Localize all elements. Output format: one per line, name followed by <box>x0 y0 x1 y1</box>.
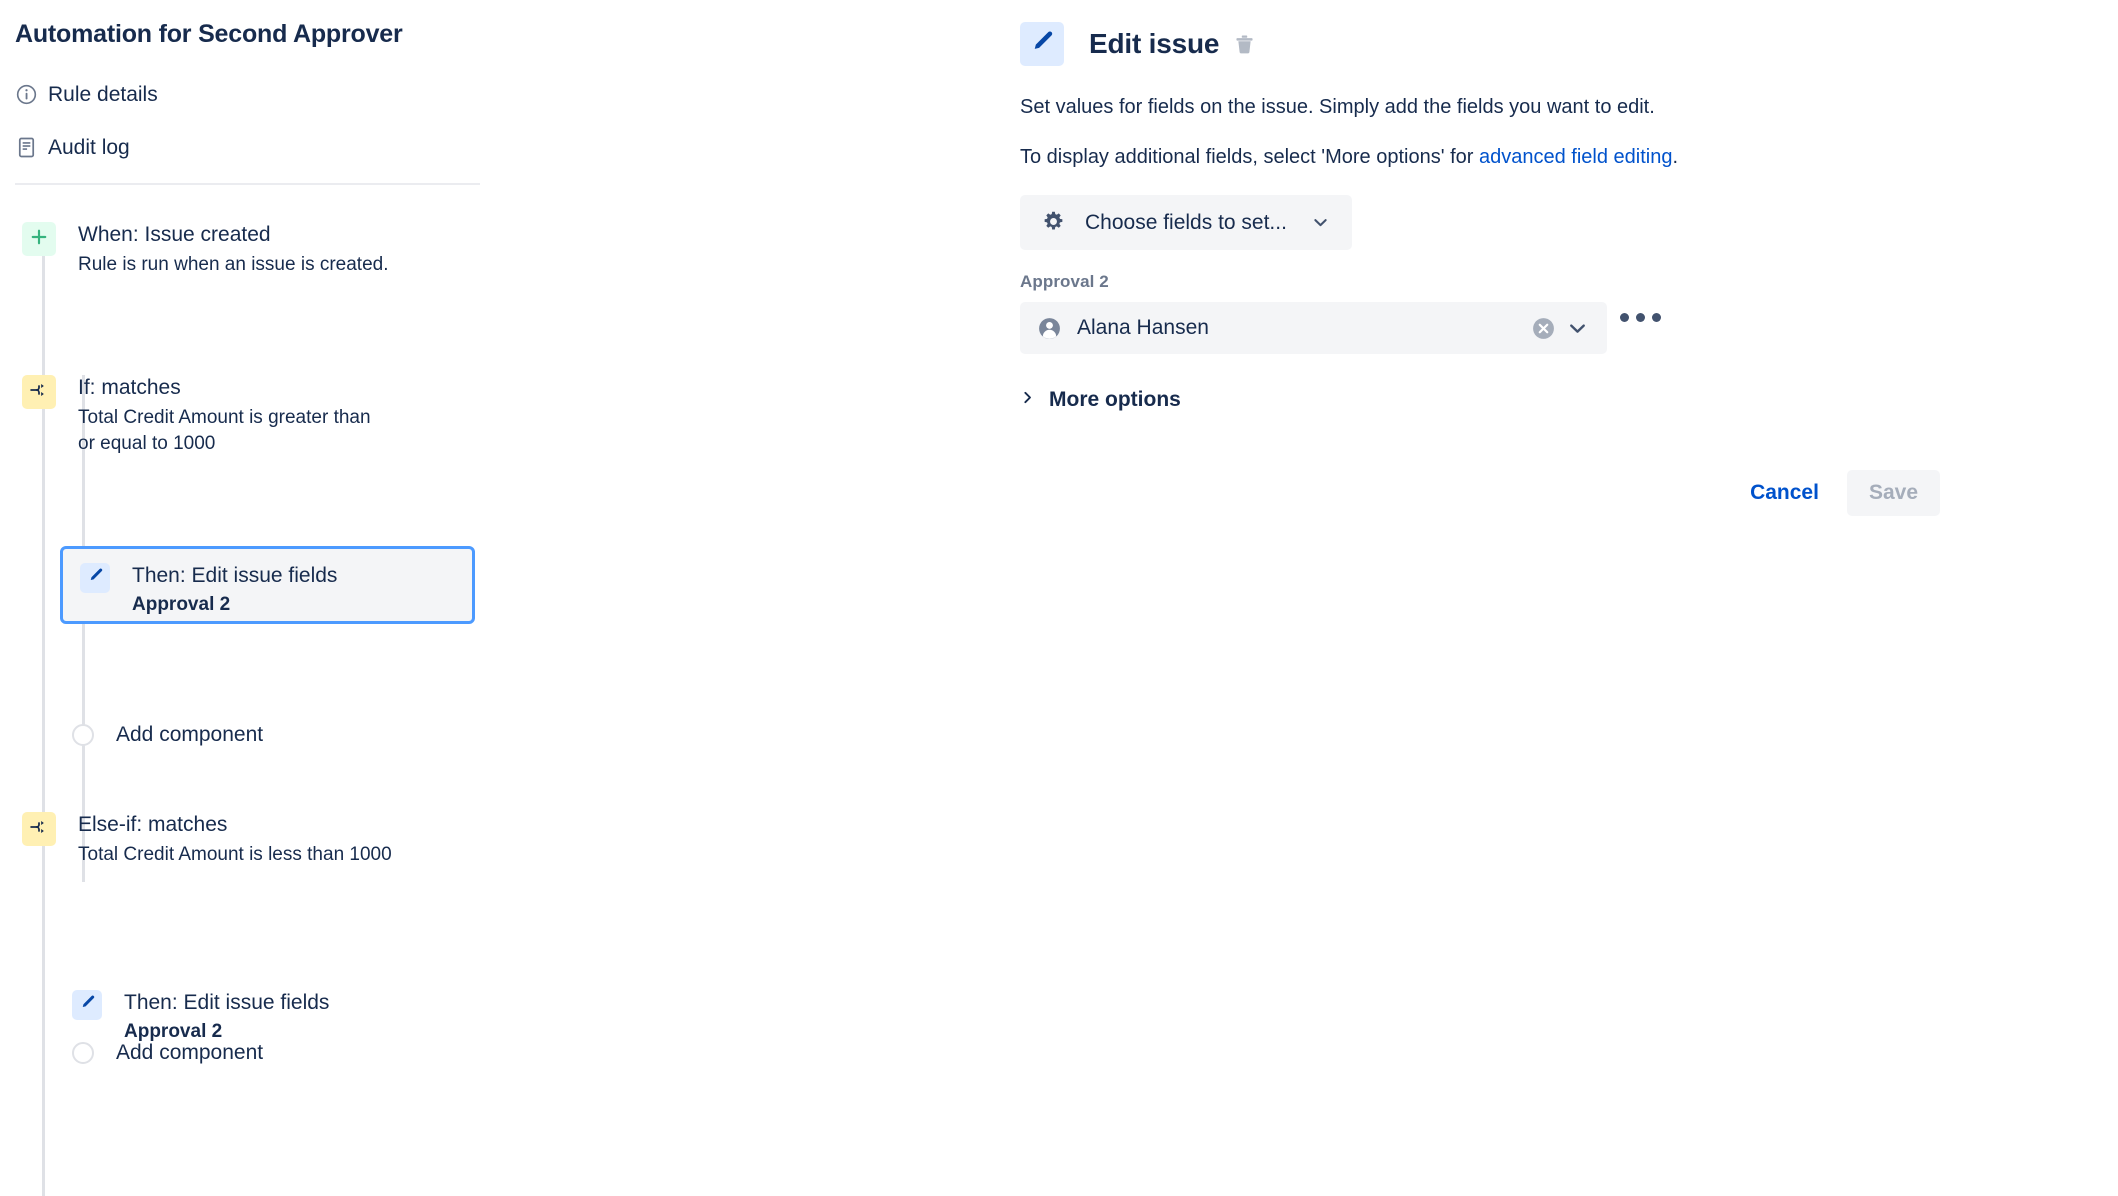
add-component-button[interactable]: Add component <box>72 723 263 747</box>
action-badge <box>72 990 102 1020</box>
branch-icon <box>29 380 49 405</box>
branch-icon <box>29 817 49 842</box>
approval-2-select[interactable]: Alana Hansen <box>1020 302 1607 354</box>
chevron-right-icon <box>1020 390 1035 410</box>
page-title: Automation for Second Approver <box>15 20 403 48</box>
node-text: Then: Edit issue fields Approval 2 <box>132 563 337 618</box>
node-title: When: Issue created <box>78 223 271 246</box>
sidebar-item-audit-log[interactable]: Audit log <box>15 121 485 174</box>
description-prefix: To display additional fields, select 'Mo… <box>1020 146 1479 168</box>
rule-node-then-action[interactable]: Then: Edit issue fields Approval 2 <box>72 990 329 1045</box>
node-description: Approval 2 <box>132 594 231 616</box>
more-options-label: More options <box>1049 388 1181 411</box>
node-text: When: Issue created Rule is run when an … <box>78 222 389 278</box>
rule-node-trigger[interactable]: When: Issue created Rule is run when an … <box>22 222 389 278</box>
field-label-approval-2: Approval 2 <box>1020 272 1109 291</box>
node-title: Else-if: matches <box>78 813 228 836</box>
user-avatar-icon <box>1037 316 1062 341</box>
ellipsis-dot <box>1620 313 1629 322</box>
more-options-toggle[interactable]: More options <box>1020 388 1181 412</box>
trash-icon[interactable] <box>1233 33 1256 56</box>
node-text: If: matches Total Credit Amount is great… <box>78 375 388 456</box>
action-badge <box>1020 22 1064 66</box>
cancel-button[interactable]: Cancel <box>1736 471 1833 515</box>
ellipsis-dot <box>1652 313 1661 322</box>
sidebar-item-rule-details[interactable]: Rule details <box>15 68 485 121</box>
save-button[interactable]: Save <box>1846 470 1940 516</box>
gear-icon <box>1042 210 1065 236</box>
node-description: Total Credit Amount is greater than or e… <box>78 407 371 454</box>
condition-badge <box>22 812 56 846</box>
add-component-label: Add component <box>116 723 264 746</box>
action-badge <box>80 563 110 593</box>
advanced-field-editing-link[interactable]: advanced field editing <box>1479 146 1672 168</box>
circle-outline-icon <box>72 724 94 746</box>
detail-header: Edit issue <box>1020 22 1256 66</box>
node-description: Rule is run when an issue is created. <box>78 254 389 276</box>
detail-title: Edit issue <box>1089 28 1220 59</box>
detail-description-1: Set values for fields on the issue. Simp… <box>1020 96 1655 118</box>
choose-fields-label: Choose fields to set... <box>1085 210 1287 234</box>
edit-issue-detail-panel: Edit issue Set values for fields on the … <box>1020 0 2118 1196</box>
circle-outline-icon <box>72 1042 94 1064</box>
info-circle-icon <box>15 83 48 106</box>
approval-2-value: Alana Hansen <box>1077 316 1209 339</box>
node-title: Then: Edit issue fields <box>124 991 330 1014</box>
divider <box>15 183 480 185</box>
sidebar-item-label: Audit log <box>48 135 130 159</box>
rule-node-then-action-selected[interactable]: Then: Edit issue fields Approval 2 <box>60 546 475 624</box>
node-inner: Then: Edit issue fields Approval 2 <box>80 563 337 618</box>
ellipsis-dot <box>1636 313 1645 322</box>
rule-node-if-condition[interactable]: If: matches Total Credit Amount is great… <box>22 375 388 456</box>
plus-icon <box>29 227 49 252</box>
node-description: Total Credit Amount is less than 1000 <box>78 844 392 866</box>
trigger-badge <box>22 222 56 256</box>
sidebar-item-label: Rule details <box>48 82 158 106</box>
document-log-icon <box>15 136 48 159</box>
rule-tree-panel: Automation for Second Approver Rule deta… <box>0 0 1010 1196</box>
description-suffix: . <box>1672 146 1679 168</box>
node-title: Then: Edit issue fields <box>132 564 338 587</box>
node-text: Else-if: matches Total Credit Amount is … <box>78 812 418 868</box>
more-ellipsis-icon[interactable] <box>1620 313 1661 322</box>
pencil-icon <box>87 567 104 589</box>
detail-description-2: To display additional fields, select 'Mo… <box>1020 143 1678 171</box>
pencil-icon <box>1029 29 1055 60</box>
add-component-button[interactable]: Add component <box>72 1041 263 1065</box>
pencil-icon <box>79 994 96 1016</box>
detail-footer-actions: Cancel Save <box>1020 470 1940 516</box>
chevron-down-icon <box>1311 213 1330 232</box>
rule-node-elseif-condition[interactable]: Else-if: matches Total Credit Amount is … <box>22 812 418 868</box>
clear-circle-icon[interactable] <box>1531 316 1556 341</box>
automation-rule-editor: Automation for Second Approver Rule deta… <box>0 0 2118 1196</box>
node-text: Then: Edit issue fields Approval 2 <box>124 990 329 1045</box>
choose-fields-button[interactable]: Choose fields to set... <box>1020 195 1352 250</box>
rule-nav-list: Rule details Audit log <box>15 68 485 174</box>
node-title: If: matches <box>78 376 181 399</box>
condition-badge <box>22 375 56 409</box>
add-component-label: Add component <box>116 1041 264 1064</box>
chevron-down-icon[interactable] <box>1566 317 1589 340</box>
